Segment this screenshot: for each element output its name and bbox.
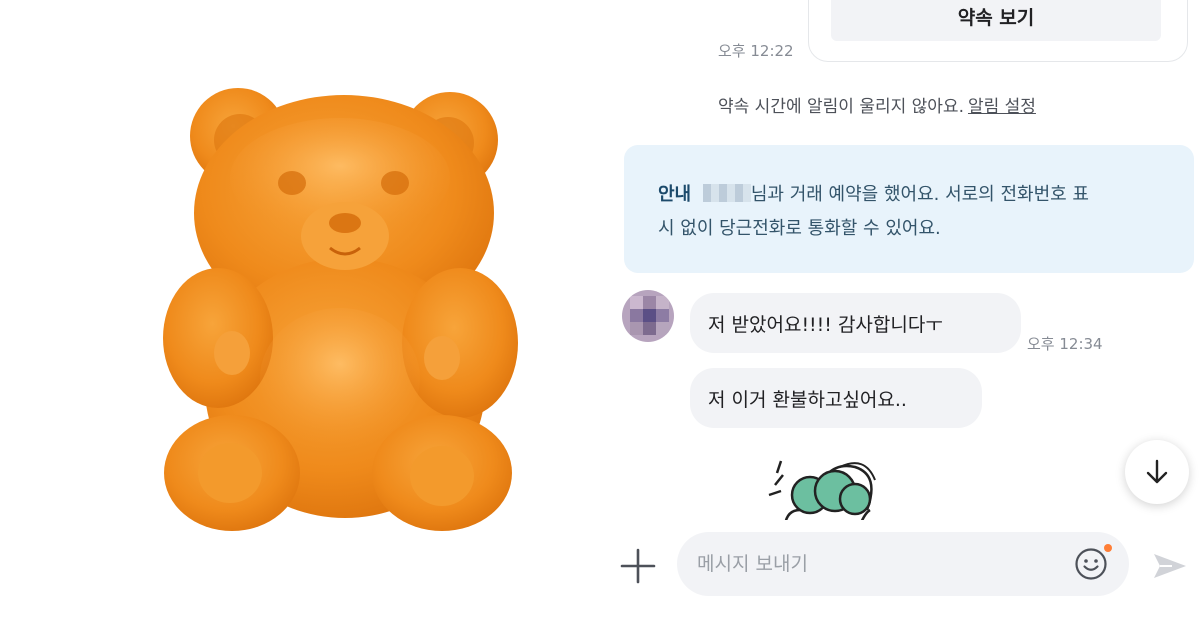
info-line-1: 안내 님과 거래 예약을 했어요. 서로의 전화번호 표 (658, 178, 1162, 212)
emoji-button[interactable] (1074, 547, 1108, 581)
view-appointment-button[interactable]: 약속 보기 (831, 0, 1161, 41)
avatar[interactable] (622, 290, 674, 342)
arrow-down-icon (1146, 459, 1168, 484)
alarm-settings-link[interactable]: 알림 설정 (968, 97, 1036, 117)
message-bubble: 저 받았어요!!!! 감사합니다ㅜ (690, 293, 1021, 353)
message-input[interactable] (677, 532, 1129, 596)
message-bubble: 저 이거 환불하고싶어요.. (690, 368, 982, 428)
alarm-notice: 약속 시간에 알림이 울리지 않아요. 알림 설정 (718, 92, 1036, 117)
gummy-bear-image (160, 88, 530, 533)
smiley-icon (1075, 548, 1107, 580)
attach-button[interactable] (618, 546, 658, 586)
alarm-notice-text: 약속 시간에 알림이 울리지 않아요. (718, 97, 964, 117)
composer-bar (610, 520, 1200, 630)
sticker-image (755, 455, 885, 526)
chat-pane: 약속 보기 오후 12:22 약속 시간에 알림이 울리지 않아요. 알림 설정 … (610, 0, 1200, 630)
send-icon (1154, 554, 1186, 578)
appointment-card: 약속 보기 (808, 0, 1188, 62)
system-info-box: 안내 님과 거래 예약을 했어요. 서로의 전화번호 표 시 없이 당근전화로 … (624, 145, 1194, 273)
send-button[interactable] (1150, 546, 1190, 586)
info-text-2: 시 없이 당근전화로 통화할 수 있어요. (658, 218, 941, 239)
new-badge-dot (1104, 544, 1112, 552)
product-image-pane (0, 0, 610, 630)
message-timestamp: 오후 12:34 (1027, 335, 1103, 353)
scroll-to-bottom-button[interactable] (1125, 440, 1189, 504)
message-timestamp: 오후 12:22 (718, 42, 794, 60)
info-text-1: 님과 거래 예약을 했어요. 서로의 전화번호 표 (750, 184, 1089, 205)
blurred-username (702, 184, 751, 202)
plus-icon (620, 548, 656, 584)
info-label: 안내 (658, 184, 692, 205)
